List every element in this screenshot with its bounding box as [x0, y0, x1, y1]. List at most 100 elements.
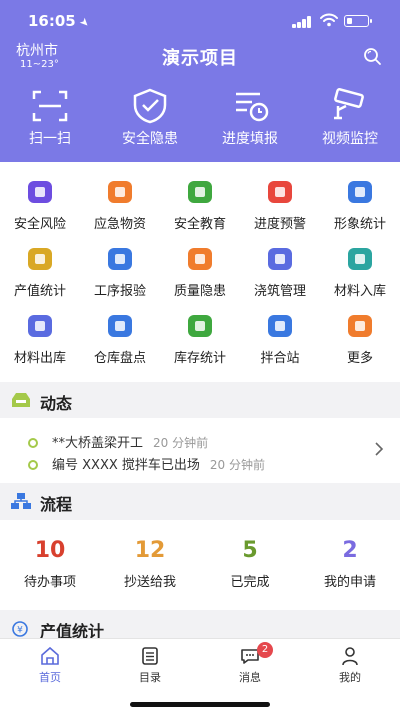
flow-label: 待办事项	[23, 575, 76, 590]
module-label: 浇筑管理	[253, 284, 306, 299]
module-grid: 安全风险 应急物资 安全教育 进度预警 形象统计产值统计 工序报验 质量隐患 浇筑管理 材料入库…	[0, 162, 400, 382]
svg-text:¥: ¥	[17, 626, 23, 636]
module-warehouse-in[interactable]: 材料入库	[320, 245, 400, 299]
emergency-icon	[105, 178, 135, 206]
module-label: 安全教育	[173, 217, 226, 232]
flow-item[interactable]: 5 已完成	[200, 538, 300, 590]
home-icon	[41, 646, 59, 665]
user-icon	[342, 647, 358, 666]
flow-count: 10	[34, 538, 66, 563]
location-arrow-icon: ➤	[76, 14, 93, 31]
flow-item[interactable]: 12 抄送给我	[100, 538, 200, 590]
tab-label: 我的	[339, 671, 361, 684]
pour-icon	[265, 245, 295, 273]
feed-item[interactable]: **大桥盖梁开工 20 分钟前	[28, 432, 208, 451]
catalog-icon	[142, 647, 158, 665]
flow-count: 2	[342, 538, 358, 563]
module-label: 应急物资	[93, 217, 146, 232]
quick-safety-hazard-button[interactable]: 安全隐患	[100, 88, 200, 148]
module-label: 更多	[346, 351, 373, 366]
time-text: 16:05	[28, 12, 76, 30]
status-time: 16:05➤	[28, 12, 92, 30]
flow-item[interactable]: 2 我的申请	[300, 538, 400, 590]
document-search-icon	[105, 245, 135, 273]
page-title: 演示项目	[162, 48, 238, 69]
module-document-search[interactable]: 工序报验	[80, 245, 160, 299]
camera-icon	[334, 88, 364, 120]
module-label: 拌合站	[260, 351, 300, 366]
quick-scan-button[interactable]: 扫一扫	[0, 88, 100, 148]
module-stock[interactable]: 库存统计	[160, 312, 240, 366]
flowchart-icon	[11, 493, 31, 509]
tab-profile[interactable]: 我的	[300, 645, 400, 685]
schedule-icon	[236, 92, 269, 122]
tab-label: 消息	[239, 671, 261, 684]
quick-label: 扫一扫	[29, 131, 71, 147]
quick-progress-button[interactable]: 进度填报	[200, 88, 300, 148]
status-bar: 16:05➤	[0, 10, 400, 32]
bar-chart-icon	[345, 178, 375, 206]
module-label: 进度预警	[253, 217, 306, 232]
shield-check-icon	[133, 88, 167, 124]
module-education-book[interactable]: 安全教育	[160, 178, 240, 232]
module-coins[interactable]: 产值统计	[0, 245, 80, 299]
module-label: 材料出库	[13, 351, 66, 366]
module-warehouse-check[interactable]: 仓库盘点	[80, 312, 160, 366]
tab-label: 目录	[139, 671, 161, 684]
module-label: 产值统计	[13, 284, 66, 299]
flow-item[interactable]: 10 待办事项	[0, 538, 100, 590]
module-warning-shield[interactable]: 质量隐患	[160, 245, 240, 299]
coins-icon	[25, 245, 55, 273]
feed-item[interactable]: 编号 XXXX 搅拌车已出场 20 分钟前	[28, 454, 265, 473]
feed-dot	[28, 460, 38, 470]
feed-section-header: 动态	[0, 382, 400, 418]
module-grid-more[interactable]: 更多	[320, 312, 400, 366]
module-alarm-light[interactable]: 进度预警	[240, 178, 320, 232]
quick-label: 进度填报	[222, 131, 278, 147]
module-pour[interactable]: 浇筑管理	[240, 245, 320, 299]
feed-text: **大桥盖梁开工	[52, 436, 144, 451]
module-label: 材料入库	[333, 284, 386, 299]
warning-shield-icon	[185, 245, 215, 273]
module-label: 形象统计	[333, 217, 386, 232]
lightning-shield-icon	[25, 178, 55, 206]
flow-count: 12	[134, 538, 166, 563]
flow-label: 我的申请	[323, 575, 376, 590]
module-warehouse-out[interactable]: 材料出库	[0, 312, 80, 366]
module-emergency[interactable]: 应急物资	[80, 178, 160, 232]
tab-label: 首页	[39, 671, 61, 684]
tab-messages[interactable]: 2 消息	[200, 642, 300, 685]
quick-label: 安全隐患	[122, 131, 178, 147]
battery-icon	[344, 15, 372, 27]
battery-level	[346, 17, 353, 24]
chevron-right-icon[interactable]	[374, 442, 384, 456]
module-label: 工序报验	[93, 284, 146, 299]
flow-title: 流程	[40, 495, 73, 514]
feed-card[interactable]: **大桥盖梁开工 20 分钟前 编号 XXXX 搅拌车已出场 20 分钟前	[0, 418, 400, 483]
module-label: 安全风险	[13, 217, 66, 232]
tab-home[interactable]: 首页	[0, 645, 100, 685]
search-icon[interactable]	[362, 46, 382, 66]
flow-card: 10 待办事项 12 抄送给我 5 已完成 2 我的申请	[0, 520, 400, 610]
module-label: 库存统计	[173, 351, 226, 366]
signal-icon	[292, 15, 314, 28]
yen-chart-icon: ¥	[12, 621, 28, 637]
wifi-icon	[320, 13, 338, 27]
module-lightning-shield[interactable]: 安全风险	[0, 178, 80, 232]
warehouse-out-icon	[25, 312, 55, 340]
alarm-light-icon	[265, 178, 295, 206]
quick-video-button[interactable]: 视频监控	[300, 88, 400, 148]
module-bar-chart[interactable]: 形象统计	[320, 178, 400, 232]
tab-catalog[interactable]: 目录	[100, 645, 200, 685]
tab-bar: 首页 目录 2 消息 我的	[0, 638, 400, 711]
message-badge: 2	[257, 642, 273, 658]
flow-label: 抄送给我	[123, 575, 176, 590]
inbox-icon	[12, 393, 30, 407]
module-mixing-station[interactable]: 拌合站	[240, 312, 320, 366]
scan-icon	[32, 90, 68, 122]
home-indicator	[130, 702, 270, 707]
feed-time: 20 分钟前	[153, 436, 209, 450]
feed-dot	[28, 438, 38, 448]
feed-text: 编号 XXXX 搅拌车已出场	[52, 458, 200, 473]
grid-more-icon	[345, 312, 375, 340]
